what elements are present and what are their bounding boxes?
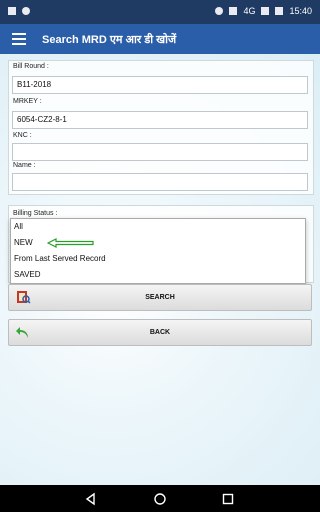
option-saved[interactable]: SAVED: [11, 267, 305, 283]
search-button[interactable]: SEARCH: [8, 284, 312, 311]
back-triangle-icon[interactable]: [84, 492, 98, 506]
name-field[interactable]: [12, 173, 308, 191]
status-time: 15:40: [289, 6, 312, 16]
knc-label: KNC :: [13, 132, 32, 139]
location-icon: [215, 7, 224, 15]
green-arrow-icon: [47, 238, 94, 248]
mrkey-field[interactable]: 6054-CZ2-8-1: [12, 111, 308, 129]
wifi-icon: [229, 7, 238, 15]
option-from-last-served[interactable]: From Last Served Record: [11, 251, 305, 267]
status-left-icons: [8, 7, 30, 15]
page-title: Search MRD एम आर डी खोजें: [42, 34, 177, 46]
app-toolbar: Search MRD एम आर डी खोजें: [0, 24, 320, 54]
option-new[interactable]: NEW: [11, 235, 305, 251]
back-button-label: BACK: [149, 329, 171, 336]
bill-round-label: Bill Round :: [13, 63, 49, 70]
billing-status-label: Billing Status :: [13, 210, 58, 217]
bill-round-field[interactable]: B11-2018: [12, 76, 308, 94]
back-button[interactable]: BACK: [8, 319, 312, 346]
option-all[interactable]: All: [11, 219, 305, 235]
battery-icon: [275, 7, 284, 15]
content-area: Bill Round : B11-2018 MRKEY : 6054-CZ2-8…: [0, 54, 320, 485]
bug-icon: [22, 7, 30, 15]
status-right-icons: 4G 15:40: [215, 6, 312, 16]
billing-status-dropdown: All NEW From Last Served Record SAVED: [10, 218, 306, 284]
option-new-label: NEW: [14, 238, 33, 247]
signal-icon: [261, 7, 270, 15]
notification-icon: [8, 7, 16, 15]
recents-square-icon[interactable]: [221, 492, 235, 506]
search-form-panel: Bill Round : B11-2018 MRKEY : 6054-CZ2-8…: [8, 60, 314, 195]
mrkey-label: MRKEY :: [13, 98, 42, 105]
search-button-label: SEARCH: [145, 294, 175, 301]
network-type: 4G: [243, 6, 256, 16]
name-label: Name :: [13, 162, 36, 169]
status-bar: 4G 15:40: [0, 0, 320, 24]
hamburger-icon[interactable]: [12, 33, 26, 45]
home-circle-icon[interactable]: [153, 492, 167, 506]
knc-field[interactable]: [12, 143, 308, 161]
system-nav-bar: [0, 485, 320, 512]
